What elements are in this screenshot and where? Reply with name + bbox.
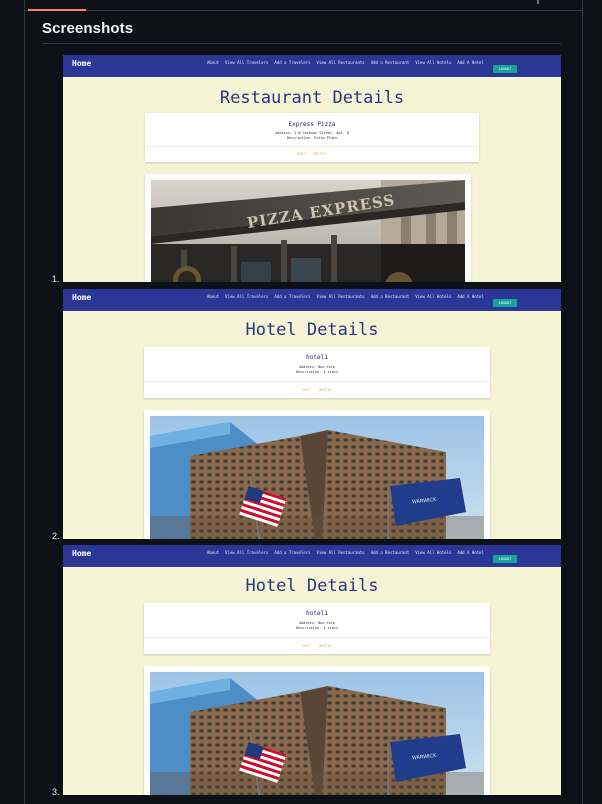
nav-link-view-travelers[interactable]: View All Travelers [225,294,268,299]
heading-divider [42,43,561,44]
delete-link[interactable]: DELETE [319,644,332,648]
nav-link-add-traveler[interactable]: Add a Travelers [274,60,310,65]
nav-link-view-hotels[interactable]: View All Hotels [415,294,451,299]
card-actions: EDIT DELETE [144,388,490,392]
list-number: 2. [52,531,60,541]
delete-link[interactable]: DELETE [314,152,327,156]
card-name: Express Pizza [288,121,336,128]
nav-link-add-traveler[interactable]: Add a Travelers [274,550,310,555]
card-name: hotel1 [306,354,328,361]
card-divider [145,146,479,147]
navbar: Home About View All Travelers Add a Trav… [63,545,561,567]
nav-link-about[interactable]: About [207,294,219,299]
nav-link-add-hotel[interactable]: Add A Hotel [457,294,484,299]
navbar: Home About View All Travelers Add a Trav… [63,55,561,77]
nav-link-about[interactable]: About [207,60,219,65]
scroll-marker [537,0,539,4]
nav-link-add-hotel[interactable]: Add A Hotel [457,60,484,65]
page-title: Hotel Details [245,320,379,340]
card-address: Address: New York [299,365,335,369]
edit-link[interactable]: EDIT [302,388,310,392]
hotel-photo: WARWICK [150,672,484,795]
delete-link[interactable]: DELETE [319,388,332,392]
nav-link-view-travelers[interactable]: View All Travelers [225,60,268,65]
list-number: 1. [52,274,60,284]
nav-link-add-restaurant[interactable]: Add a Restaurant [371,60,410,65]
details-card: Express Pizza Address: 1 W Jackson Stree… [145,113,479,162]
page-title: Restaurant Details [219,88,405,108]
photo-frame: WARWICK [144,410,490,539]
card-description: Description: Pizza Place [286,136,338,140]
restaurant-photo: PIZZA EXPRESS [151,180,465,282]
nav-link-view-travelers[interactable]: View All Travelers [225,550,268,555]
details-card: hotel1 Address: New York Description: 3 … [144,347,490,398]
list-number: 3. [52,787,60,797]
details-card: hotel1 Address: New York Description: 3 … [144,603,490,654]
screenshot-image-1: Home About View All Travelers Add a Trav… [63,55,561,282]
edit-link[interactable]: EDIT [302,644,310,648]
nav-link-add-restaurant[interactable]: Add a Restaurant [371,550,410,555]
screenshot-image-3: Home About View All Travelers Add a Trav… [63,545,561,795]
nav-home-link[interactable]: Home [72,293,91,302]
nav-links: About View All Travelers Add a Travelers… [207,60,484,65]
nav-link-about[interactable]: About [207,550,219,555]
card-description: Description: 3 stars [295,370,339,374]
nav-link-view-restaurants[interactable]: View All Restaurants [317,550,365,555]
nav-link-view-restaurants[interactable]: View All Restaurants [317,294,365,299]
nav-link-add-restaurant[interactable]: Add a Restaurant [371,294,410,299]
hotel-photo: WARWICK [150,416,484,539]
card-address: Address: New York [299,621,335,625]
tab-bar-divider [24,10,583,11]
nav-link-view-restaurants[interactable]: View All Restaurants [317,60,365,65]
edit-link[interactable]: EDIT [297,152,305,156]
card-description: Description: 3 stars [295,626,339,630]
navbar: Home About View All Travelers Add a Trav… [63,289,561,311]
logout-button[interactable]: LOGOUT [493,555,517,563]
photo-frame: WARWICK [144,666,490,795]
page-title: Hotel Details [245,576,379,596]
card-divider [144,637,490,638]
card-address: Address: 1 W Jackson Street, Apt. 8 [275,131,349,135]
section-heading: Screenshots [42,20,134,37]
nav-link-view-hotels[interactable]: View All Hotels [415,60,451,65]
card-actions: EDIT DELETE [145,152,479,156]
nav-home-link[interactable]: Home [72,59,91,68]
nav-links: About View All Travelers Add a Travelers… [207,550,484,555]
active-tab-indicator [28,9,86,11]
nav-link-add-hotel[interactable]: Add A Hotel [457,550,484,555]
card-divider [144,381,490,382]
logout-button[interactable]: LOGOUT [493,299,517,307]
logout-button[interactable]: LOGOUT [493,65,517,73]
nav-link-view-hotels[interactable]: View All Hotels [415,550,451,555]
nav-link-add-traveler[interactable]: Add a Travelers [274,294,310,299]
nav-home-link[interactable]: Home [72,549,91,558]
card-name: hotel1 [306,610,328,617]
photo-frame: PIZZA EXPRESS [145,174,471,282]
screenshot-image-2: Home About View All Travelers Add a Trav… [63,289,561,539]
card-actions: EDIT DELETE [144,644,490,648]
nav-links: About View All Travelers Add a Travelers… [207,294,484,299]
